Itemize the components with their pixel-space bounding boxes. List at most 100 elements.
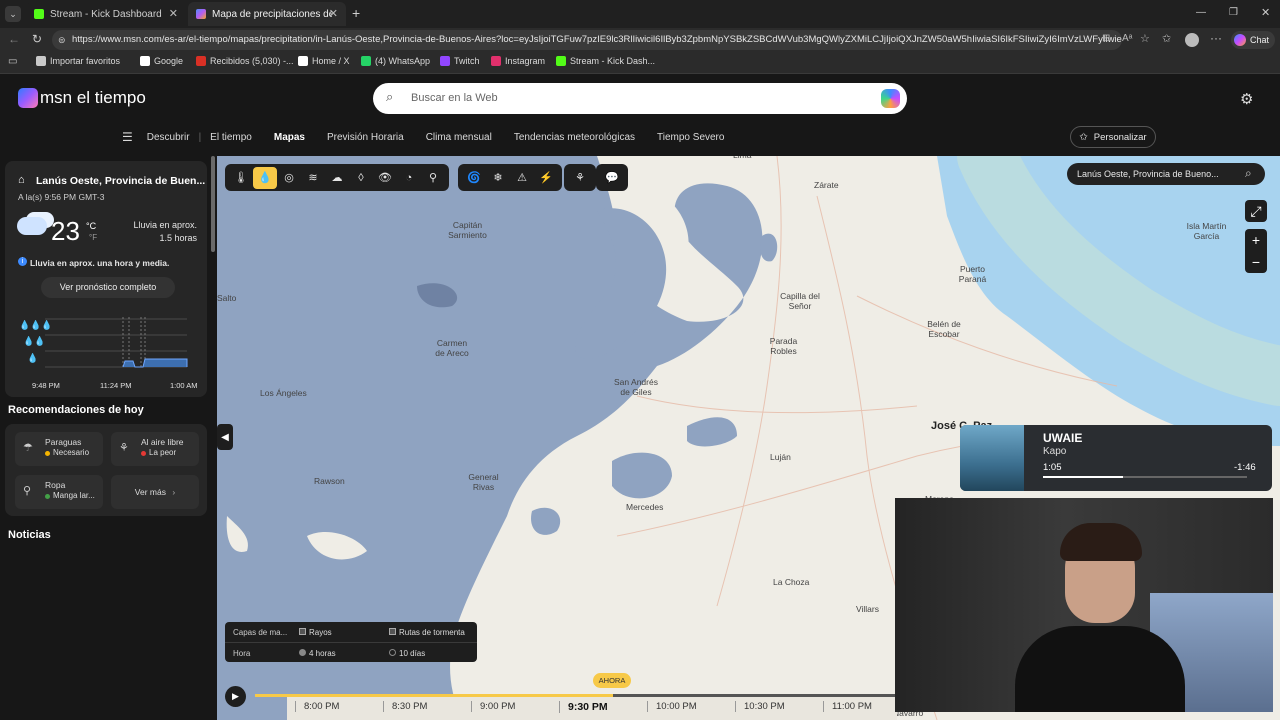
recommendation-umbrella[interactable]: ☂ Paraguas Necesario <box>15 432 103 466</box>
new-tab-button[interactable]: + <box>352 5 360 21</box>
timeline-hour-label[interactable]: 10:30 PM <box>735 701 785 712</box>
profile-avatar[interactable] <box>1185 33 1199 47</box>
timeline-hour-label[interactable]: 9:00 PM <box>471 701 515 712</box>
tab-kick-dashboard[interactable]: Stream - Kick Dashboard ✕ <box>26 2 186 26</box>
close-tab-icon[interactable]: ✕ <box>329 7 338 20</box>
zoom-in-button[interactable]: + <box>1245 229 1267 251</box>
precipitation-icon[interactable]: 💧 <box>253 166 277 189</box>
bookmark-item[interactable]: Recibidos (5,030) -... <box>196 56 294 66</box>
humidity-icon[interactable]: ◊ <box>349 167 373 189</box>
storm-tracks-checkbox[interactable] <box>389 628 396 635</box>
cloud-icon[interactable]: ☁ <box>325 167 349 189</box>
hurricane-icon[interactable]: 🌀 <box>462 167 486 189</box>
layers-label: Capas de ma... <box>233 628 288 637</box>
hamburger-menu-icon[interactable]: ☰ <box>122 130 133 144</box>
twitch-icon <box>440 56 450 66</box>
personalize-button[interactable]: ✩ Personalizar <box>1070 126 1156 148</box>
zoom-out-button[interactable]: − <box>1245 251 1267 273</box>
bookmark-item[interactable]: Stream - Kick Dash... <box>556 56 655 66</box>
nav-descubrir[interactable]: Descubrir <box>147 132 190 143</box>
visibility-icon[interactable]: 👁 <box>373 167 397 189</box>
bookmark-item[interactable]: (4) WhatsApp <box>361 56 430 66</box>
play-button[interactable]: ▶ <box>225 686 246 707</box>
lightning-icon[interactable]: ⚡ <box>534 167 558 189</box>
copilot-chat-button[interactable]: Chat <box>1231 31 1275 49</box>
nav-clima-mensual[interactable]: Clima mensual <box>426 132 492 143</box>
heavy-rain-icon: 💧💧💧 <box>19 319 53 331</box>
split-screen-icon[interactable]: ⊞ <box>1102 33 1110 44</box>
search-icon[interactable]: ⌕ <box>1245 166 1252 181</box>
now-marker[interactable]: AHORA <box>593 673 631 688</box>
nav-el-tiempo[interactable]: El tiempo <box>210 132 252 143</box>
warning-icon[interactable]: ⚠ <box>510 167 534 189</box>
nav-prevision-horaria[interactable]: Previsión Horaria <box>327 132 404 143</box>
favorites-icon[interactable]: ✩ <box>1162 32 1171 45</box>
minimize-icon[interactable]: — <box>1196 7 1206 18</box>
kick-icon <box>34 9 44 19</box>
pollen-icon[interactable]: ⚘ <box>568 167 592 189</box>
bookmark-item[interactable]: Home / X <box>298 56 350 66</box>
whatsapp-icon <box>361 56 371 66</box>
recommendation-clothing[interactable]: ⚲ Ropa Manga lar... <box>15 475 103 509</box>
lightning-checkbox[interactable] <box>299 628 306 635</box>
winter-storm-icon[interactable]: ❄ <box>486 167 510 189</box>
map-place-label: Villars <box>856 604 879 614</box>
sidebar-scrollbar[interactable] <box>211 156 215 252</box>
fullscreen-icon[interactable]: ⤢ <box>1245 200 1267 222</box>
back-icon[interactable]: ← <box>8 32 20 46</box>
remaining-time: -1:46 <box>1234 462 1256 473</box>
unit-celsius[interactable]: °C <box>86 221 96 231</box>
location-name[interactable]: Lanús Oeste, Provincia de Buen... <box>36 175 205 187</box>
bookmark-item[interactable]: Google <box>140 56 183 66</box>
site-info-icon[interactable]: ⊜ <box>58 30 66 50</box>
wind-icon[interactable]: ≋ <box>301 167 325 189</box>
folder-icon <box>36 56 46 66</box>
unit-fahrenheit[interactable]: °F <box>89 233 97 242</box>
feedback-icon[interactable]: 💬 <box>600 167 624 189</box>
nav-mapas[interactable]: Mapas <box>274 132 305 143</box>
timeline-hour-label[interactable]: 8:30 PM <box>383 701 427 712</box>
umbrella-icon: ☂ <box>23 442 33 454</box>
refresh-icon[interactable]: ↻ <box>32 32 42 46</box>
radar-icon[interactable]: ◎ <box>277 167 301 189</box>
nav-tendencias[interactable]: Tendencias meteorológicas <box>514 132 635 143</box>
recommendation-outdoor[interactable]: ⚘ Al aire libre La peor <box>111 432 199 466</box>
read-aloud-icon[interactable]: Aᵃ <box>1122 33 1132 44</box>
light-rain-icon: 💧 <box>27 352 38 364</box>
full-forecast-button[interactable]: Ver pronóstico completo <box>41 277 175 298</box>
recommendation-title: Paraguas <box>45 437 82 447</box>
timeline-hour-label[interactable]: 11:00 PM <box>823 701 872 712</box>
nav-tiempo-severo[interactable]: Tiempo Severo <box>657 132 724 143</box>
timeline-hour-label[interactable]: 8:00 PM <box>295 701 339 712</box>
chart-time-start: 9:48 PM <box>32 381 60 390</box>
tab-msn-weather[interactable]: Mapa de precipitaciones de Lanús ✕ <box>188 2 346 26</box>
close-window-icon[interactable]: ✕ <box>1261 6 1270 19</box>
bookmark-item[interactable]: Twitch <box>440 56 480 66</box>
timeline-hour-label[interactable]: 10:00 PM <box>647 701 697 712</box>
more-options-icon[interactable]: ··· <box>1210 31 1222 45</box>
see-more-button[interactable]: Ver más › <box>111 475 199 509</box>
tab-list-button[interactable]: ⌄ <box>5 6 21 22</box>
hour-label: Hora <box>233 649 251 658</box>
restore-icon[interactable]: ❐ <box>1229 7 1238 18</box>
collections-icon[interactable]: ▭ <box>8 56 17 67</box>
bookmark-item[interactable]: Instagram <box>491 56 545 66</box>
favorite-star-icon[interactable]: ☆ <box>1140 32 1150 45</box>
bookmark-item[interactable]: Importar favoritos <box>36 56 120 66</box>
temperature-icon[interactable]: 🌡 <box>229 167 253 189</box>
rain-forecast-line1: Lluvia en aprox. <box>133 220 197 230</box>
timeline-hour-label[interactable]: 9:30 PM <box>559 701 608 713</box>
settings-gear-icon[interactable]: ⚙ <box>1240 90 1253 108</box>
url-field[interactable]: ⊜ https://www.msn.com/es-ar/el-tiempo/ma… <box>52 30 1122 50</box>
recommendations-card: ☂ Paraguas Necesario ⚘ Al aire libre La … <box>5 424 207 516</box>
copilot-icon[interactable] <box>881 89 900 108</box>
pressure-icon[interactable]: ◔ <box>397 167 421 189</box>
close-tab-icon[interactable]: ✕ <box>169 7 178 20</box>
radio-10-days[interactable] <box>389 649 396 656</box>
web-search-bar[interactable]: ⌕ Buscar en la Web <box>373 83 907 114</box>
radio-4-hours[interactable] <box>299 649 306 656</box>
dew-point-icon[interactable]: ⚲ <box>421 167 445 189</box>
msn-logo[interactable]: msn el tiempo <box>18 88 146 108</box>
collapse-sidebar-button[interactable]: ◀ <box>217 424 233 450</box>
map-location-search[interactable]: Lanús Oeste, Provincia de Bueno... ⌕ <box>1067 163 1265 185</box>
